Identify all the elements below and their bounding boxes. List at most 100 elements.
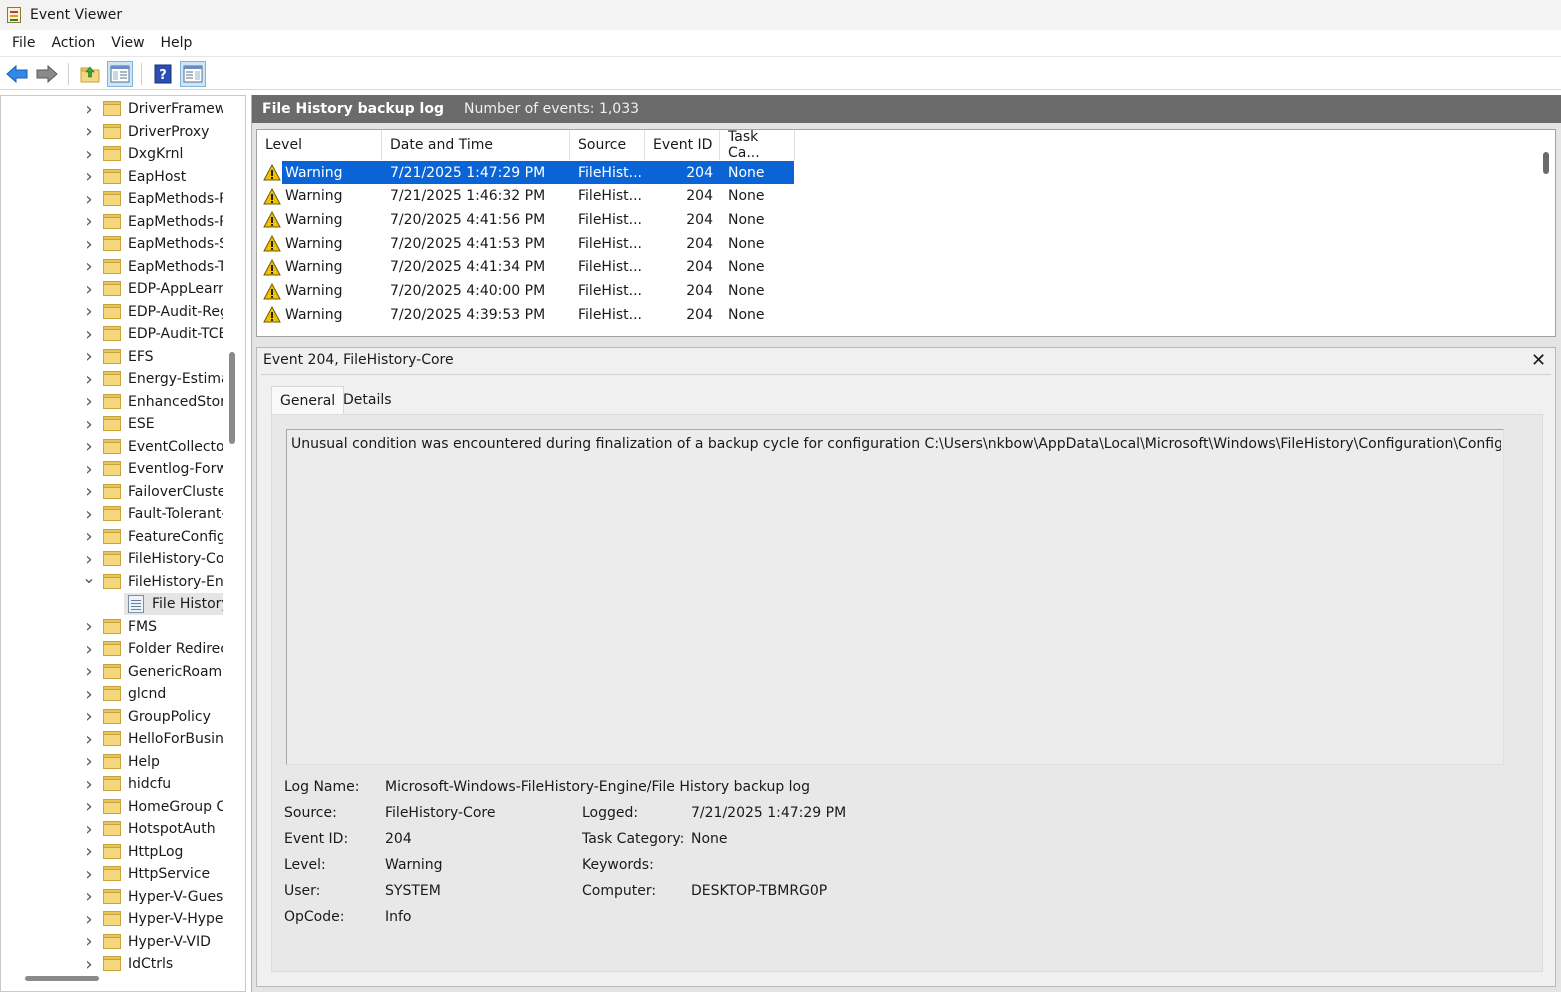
- tree-item[interactable]: › glcnd: [1, 683, 223, 705]
- event-row[interactable]: Warning 7/21/2025 1:47:29 PM FileHist... 20…: [257, 161, 797, 184]
- tree-item[interactable]: › EDP-Audit-Reg: [1, 301, 223, 323]
- tree-item[interactable]: › FMS: [1, 616, 223, 638]
- tree-item[interactable]: › EapMethods-R: [1, 188, 223, 210]
- tree-item[interactable]: › EDP-Audit-TCB: [1, 323, 223, 345]
- tree-item[interactable]: › HttpLog: [1, 841, 223, 863]
- tree-item[interactable]: › EapHost: [1, 166, 223, 188]
- chevron-right-icon[interactable]: ›: [83, 278, 95, 300]
- tree-item[interactable]: › Hyper-V-Hype: [1, 908, 223, 930]
- chevron-right-icon[interactable]: ›: [83, 121, 95, 143]
- chevron-down-icon[interactable]: ⌄: [82, 571, 95, 589]
- show-hide-console-tree-button[interactable]: [107, 60, 133, 87]
- console-tree[interactable]: › DriverFramewo › DriverProxy › DxgKrnl › EapHo…: [0, 95, 246, 992]
- chevron-right-icon[interactable]: ›: [83, 661, 95, 683]
- forward-button[interactable]: [34, 61, 60, 87]
- event-row[interactable]: Warning 7/20/2025 4:41:56 PM FileHist... 20…: [257, 208, 797, 231]
- event-list[interactable]: Level Date and Time Source Event ID Task…: [256, 129, 1556, 337]
- chevron-right-icon[interactable]: ›: [83, 863, 95, 885]
- tree-item[interactable]: › EventCollector: [1, 436, 223, 458]
- chevron-right-icon[interactable]: ›: [83, 953, 95, 975]
- chevron-right-icon[interactable]: ›: [83, 908, 95, 930]
- tree-item[interactable]: › FileHistory-Cor: [1, 548, 223, 570]
- event-row[interactable]: Warning 7/21/2025 1:46:32 PM FileHist... 20…: [257, 185, 797, 208]
- chevron-right-icon[interactable]: ›: [83, 256, 95, 278]
- tree-vertical-scrollbar[interactable]: [229, 352, 235, 444]
- tree-item-file-history-log[interactable]: File History: [1, 593, 223, 615]
- event-row[interactable]: Warning 7/20/2025 4:39:53 PM FileHist... 20…: [257, 303, 797, 326]
- event-list-scroll-thumb[interactable]: [1543, 152, 1549, 174]
- menu-view[interactable]: View: [103, 35, 152, 51]
- back-button[interactable]: [4, 61, 30, 87]
- event-row[interactable]: Warning 7/20/2025 4:41:53 PM FileHist... 20…: [257, 232, 797, 255]
- chevron-right-icon[interactable]: ›: [83, 751, 95, 773]
- tree-item[interactable]: › ESE: [1, 413, 223, 435]
- chevron-right-icon[interactable]: ›: [83, 346, 95, 368]
- tree-item[interactable]: › HomeGroup Co: [1, 796, 223, 818]
- tree-item[interactable]: › hidcfu: [1, 773, 223, 795]
- chevron-right-icon[interactable]: ›: [83, 728, 95, 750]
- chevron-right-icon[interactable]: ›: [83, 526, 95, 548]
- tree-item[interactable]: › EapMethods-R: [1, 211, 223, 233]
- close-icon[interactable]: ✕: [1531, 350, 1546, 371]
- chevron-right-icon[interactable]: ›: [83, 458, 95, 480]
- tree-item[interactable]: › DriverFramewo: [1, 98, 223, 120]
- chevron-right-icon[interactable]: ›: [83, 616, 95, 638]
- event-row[interactable]: Warning 7/20/2025 4:40:00 PM FileHist... 20…: [257, 280, 797, 303]
- tab-details[interactable]: Details: [335, 386, 400, 414]
- menu-help[interactable]: Help: [153, 35, 201, 51]
- chevron-right-icon[interactable]: ›: [83, 931, 95, 953]
- column-header-date-time[interactable]: Date and Time: [382, 130, 570, 160]
- tree-item[interactable]: › Eventlog-Forw: [1, 458, 223, 480]
- tree-item[interactable]: › FailoverCluster: [1, 481, 223, 503]
- chevron-right-icon[interactable]: ›: [83, 413, 95, 435]
- event-row[interactable]: Warning 7/20/2025 4:41:34 PM FileHist... 20…: [257, 256, 797, 279]
- tree-item[interactable]: › GenericRoamin: [1, 661, 223, 683]
- tree-item[interactable]: › Folder Redirect: [1, 638, 223, 660]
- tree-item[interactable]: › DriverProxy: [1, 121, 223, 143]
- tree-item[interactable]: › Energy-Estima: [1, 368, 223, 390]
- up-one-level-button[interactable]: [77, 61, 103, 87]
- tree-item[interactable]: › GroupPolicy: [1, 706, 223, 728]
- menu-file[interactable]: File: [4, 35, 43, 51]
- chevron-right-icon[interactable]: ›: [83, 323, 95, 345]
- tree-item[interactable]: › EFS: [1, 346, 223, 368]
- tree-item[interactable]: › EapMethods-S: [1, 233, 223, 255]
- chevron-right-icon[interactable]: ›: [83, 391, 95, 413]
- chevron-right-icon[interactable]: ›: [83, 233, 95, 255]
- chevron-right-icon[interactable]: ›: [83, 301, 95, 323]
- tree-item[interactable]: › HttpService: [1, 863, 223, 885]
- chevron-right-icon[interactable]: ›: [83, 503, 95, 525]
- chevron-right-icon[interactable]: ›: [83, 818, 95, 840]
- tree-horizontal-scrollbar[interactable]: [25, 976, 99, 981]
- tree-item[interactable]: › FeatureConfigu: [1, 526, 223, 548]
- tree-item[interactable]: › EDP-AppLearni: [1, 278, 223, 300]
- show-hide-action-pane-button[interactable]: [180, 60, 206, 87]
- chevron-right-icon[interactable]: ›: [83, 796, 95, 818]
- tree-item[interactable]: › Hyper-V-VID: [1, 931, 223, 953]
- chevron-right-icon[interactable]: ›: [83, 98, 95, 120]
- tree-item[interactable]: › Help: [1, 751, 223, 773]
- chevron-right-icon[interactable]: ›: [83, 886, 95, 908]
- menu-action[interactable]: Action: [43, 35, 103, 51]
- chevron-right-icon[interactable]: ›: [83, 211, 95, 233]
- chevron-right-icon[interactable]: ›: [83, 188, 95, 210]
- chevron-right-icon[interactable]: ›: [83, 638, 95, 660]
- chevron-right-icon[interactable]: ›: [83, 143, 95, 165]
- tree-item[interactable]: › HotspotAuth: [1, 818, 223, 840]
- tree-item[interactable]: › EnhancedStora: [1, 391, 223, 413]
- tree-item[interactable]: › IdCtrls: [1, 953, 223, 975]
- chevron-right-icon[interactable]: ›: [83, 548, 95, 570]
- chevron-right-icon[interactable]: ›: [83, 166, 95, 188]
- tree-item[interactable]: ⌄ FileHistory-Eng: [1, 571, 223, 593]
- tree-item[interactable]: › EapMethods-T: [1, 256, 223, 278]
- column-header-event-id[interactable]: Event ID: [645, 130, 720, 160]
- chevron-right-icon[interactable]: ›: [83, 773, 95, 795]
- chevron-right-icon[interactable]: ›: [83, 481, 95, 503]
- column-header-task-category[interactable]: Task Ca...: [720, 130, 795, 161]
- chevron-right-icon[interactable]: ›: [83, 683, 95, 705]
- chevron-right-icon[interactable]: ›: [83, 841, 95, 863]
- tab-general[interactable]: General: [271, 386, 345, 414]
- chevron-right-icon[interactable]: ›: [83, 436, 95, 458]
- column-header-level[interactable]: Level: [257, 130, 382, 160]
- tree-item[interactable]: › Hyper-V-Guest: [1, 886, 223, 908]
